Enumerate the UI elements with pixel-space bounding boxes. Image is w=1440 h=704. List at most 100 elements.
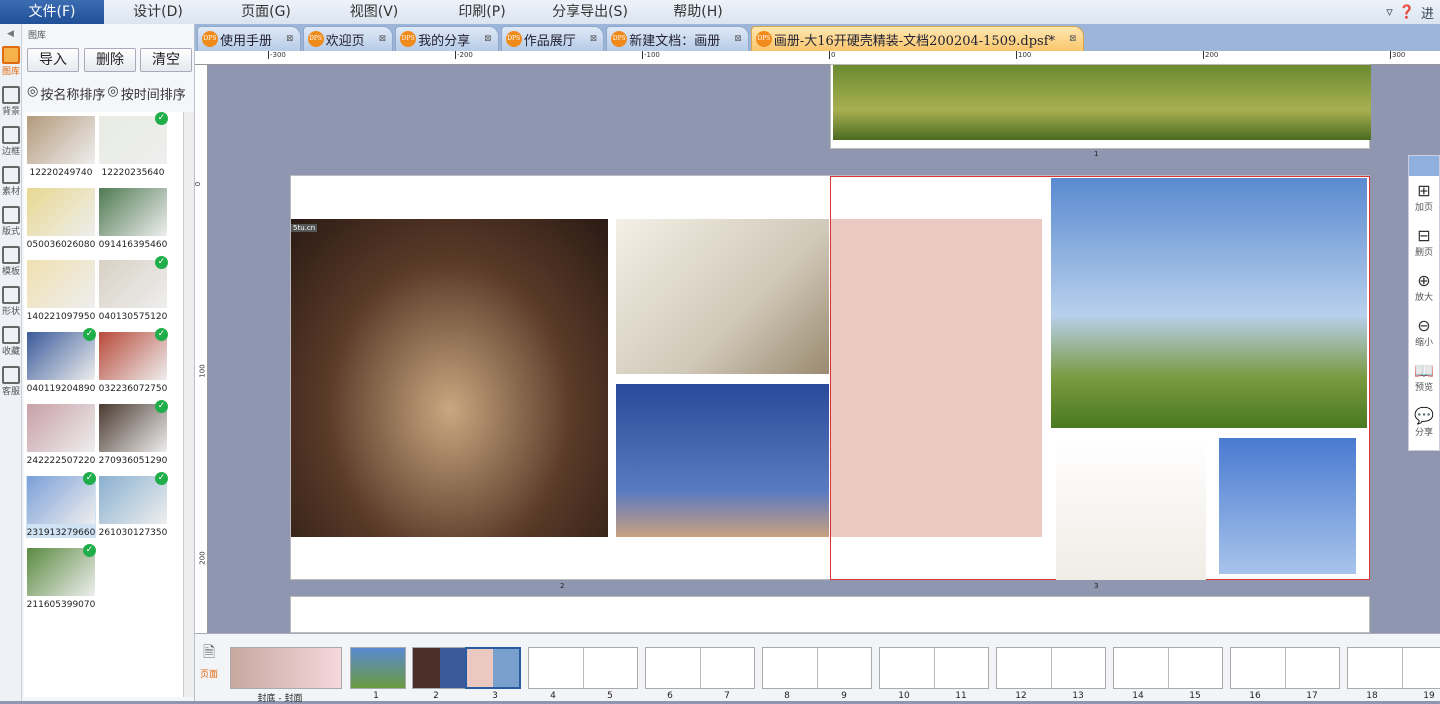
sidebar-item-7[interactable]: 收藏: [0, 324, 22, 364]
gallery-scrollbar[interactable]: [183, 112, 194, 697]
gallery-thumbnail[interactable]: 12220249740: [26, 116, 96, 178]
sort-by-name-radio[interactable]: ◎: [27, 84, 38, 103]
close-icon[interactable]: ⊠: [1069, 34, 1077, 44]
filmstrip-page[interactable]: [465, 647, 521, 689]
page-spread-2-3[interactable]: 5tu.cn: [290, 175, 1370, 580]
gallery-icon: [2, 46, 20, 64]
filmstrip-spread[interactable]: [1113, 647, 1223, 689]
sidebar-item-3[interactable]: 素材: [0, 164, 22, 204]
gallery-thumbnail[interactable]: 091416395460: [98, 188, 168, 250]
gallery-thumbnail[interactable]: 050036026080: [26, 188, 96, 250]
gallery-thumbnail[interactable]: 261030127350 ✓: [98, 472, 168, 538]
menu-5[interactable]: 分享导出(S): [536, 0, 644, 24]
gallery-thumbnail[interactable]: 032236072750 ✓: [98, 328, 168, 394]
close-icon[interactable]: ⊠: [484, 34, 492, 44]
filmstrip-spread[interactable]: [645, 647, 755, 689]
sort-by-time-label[interactable]: 按时间排序: [121, 84, 186, 103]
family-sofa-photo[interactable]: 5tu.cn: [291, 219, 608, 537]
gallery-thumbnail[interactable]: 040130575120 ✓: [98, 256, 168, 322]
tab-label: 画册-大16开硬壳精装-文档200204-1509.dpsf*: [773, 33, 1056, 49]
gallery-thumbnail[interactable]: 231913279660 ✓: [26, 472, 96, 538]
filmstrip-page[interactable]: [412, 647, 468, 689]
grass-photo[interactable]: [833, 65, 1371, 140]
right-tool-0[interactable]: ⊞ 加页: [1409, 176, 1439, 221]
filmstrip-spread[interactable]: [762, 647, 872, 689]
filmstrip-label: 8: [784, 691, 790, 701]
clear-button[interactable]: 清空: [140, 48, 192, 72]
sidebar-item-0[interactable]: 图库: [0, 44, 22, 84]
add-page-icon: ⊞: [1417, 181, 1431, 200]
spread-divider: [817, 648, 818, 688]
tab-3[interactable]: DPS 作品展厅 ⊠: [500, 26, 605, 51]
filmstrip-label: 2: [433, 691, 439, 701]
sidebar-item-5[interactable]: 模板: [0, 244, 22, 284]
menu-4[interactable]: 印刷(P): [428, 0, 536, 24]
close-icon[interactable]: ⊠: [590, 34, 598, 44]
checkmark-icon: ✓: [155, 400, 168, 413]
import-button[interactable]: 导入: [27, 48, 79, 72]
chat-icon: [2, 366, 20, 384]
sort-by-name-label[interactable]: 按名称排序: [40, 84, 105, 103]
tab-5[interactable]: DPS 画册-大16开硬壳精装-文档200204-1509.dpsf* ⊠: [750, 26, 1084, 51]
pages-view-toggle[interactable]: 🗎 页面: [198, 642, 220, 680]
right-tool-4[interactable]: 📖 预览: [1409, 356, 1439, 401]
sidebar-item-1[interactable]: 背景: [0, 84, 22, 124]
tab-4[interactable]: DPS 新建文档：画册 ⊠: [606, 26, 749, 51]
sidebar-item-4[interactable]: 版式: [0, 204, 22, 244]
delete-button[interactable]: 删除: [84, 48, 136, 72]
gallery-thumbnail[interactable]: 12220235640 ✓: [98, 112, 168, 178]
thumbnail-name: 032236072750: [98, 384, 168, 394]
close-icon[interactable]: ⊠: [286, 34, 294, 44]
menu-3[interactable]: 视图(V): [320, 0, 428, 24]
sidebar-item-8[interactable]: 客服: [0, 364, 22, 404]
dps-logo-icon: DPS: [505, 31, 522, 47]
gallery-thumbnail[interactable]: 040119204890 ✓: [26, 328, 96, 394]
family-living-room-photo[interactable]: [616, 219, 829, 374]
tab-0[interactable]: DPS 使用手册 ⊠: [197, 26, 301, 51]
filmstrip-page[interactable]: [350, 647, 406, 689]
page-1[interactable]: [830, 64, 1371, 149]
close-icon[interactable]: ⊠: [734, 34, 742, 44]
filmstrip-spread[interactable]: [879, 647, 989, 689]
checkmark-icon: ✓: [155, 328, 168, 341]
menu-2[interactable]: 页面(G): [212, 0, 320, 24]
gallery-thumbnail[interactable]: 211605399070 ✓: [26, 544, 96, 610]
tab-2[interactable]: DPS 我的分享 ⊠: [395, 26, 499, 51]
right-tool-1[interactable]: ⊟ 删页: [1409, 221, 1439, 266]
filmstrip-label: 12: [1015, 691, 1027, 701]
sky-child-photo[interactable]: [1219, 438, 1356, 574]
filmstrip-page[interactable]: [230, 647, 342, 689]
sort-by-time-radio[interactable]: ◎: [107, 84, 118, 103]
help-icon[interactable]: ❓: [1399, 5, 1415, 20]
menu-1[interactable]: 设计(D): [104, 0, 212, 24]
collapse-panel-icon[interactable]: ◀: [0, 24, 21, 44]
dropdown-icon[interactable]: ▿: [1386, 5, 1393, 20]
family-running-photo[interactable]: [1051, 178, 1367, 428]
beach-ball-photo[interactable]: [616, 384, 829, 537]
sidebar-item-6[interactable]: 形状: [0, 284, 22, 324]
close-icon[interactable]: ⊠: [379, 34, 387, 44]
top-right-label[interactable]: 进: [1421, 3, 1434, 22]
gallery-thumbnail[interactable]: 270936051290 ✓: [98, 400, 168, 466]
tab-1[interactable]: DPS 欢迎页 ⊠: [302, 26, 394, 51]
menu-0[interactable]: 文件(F): [0, 0, 104, 24]
menu-6[interactable]: 帮助(H): [644, 0, 752, 24]
family-portrait-photo[interactable]: [1056, 438, 1206, 580]
right-tool-label: 加页: [1414, 203, 1433, 213]
gallery-thumbnail[interactable]: 242222507220: [26, 404, 96, 466]
right-tool-3[interactable]: ⊖ 缩小: [1409, 311, 1439, 356]
pink-block[interactable]: [831, 219, 1042, 537]
filmstrip-spread[interactable]: [1230, 647, 1340, 689]
thumbnail-name: 261030127350: [98, 528, 168, 538]
filmstrip-spread[interactable]: [1347, 647, 1440, 689]
sidebar-item-2[interactable]: 边框: [0, 124, 22, 164]
filmstrip-spread[interactable]: [996, 647, 1106, 689]
gallery-thumbnail[interactable]: 140221097950: [26, 260, 96, 322]
watermark: 5tu.cn: [291, 224, 318, 232]
filmstrip-spread[interactable]: [528, 647, 638, 689]
right-tool-2[interactable]: ⊕ 放大: [1409, 266, 1439, 311]
right-tool-5[interactable]: 💬 分享: [1409, 401, 1439, 446]
tab-label: 使用手册: [220, 33, 273, 49]
page-4-5[interactable]: [290, 596, 1370, 633]
thumbnail-image: [27, 188, 95, 236]
